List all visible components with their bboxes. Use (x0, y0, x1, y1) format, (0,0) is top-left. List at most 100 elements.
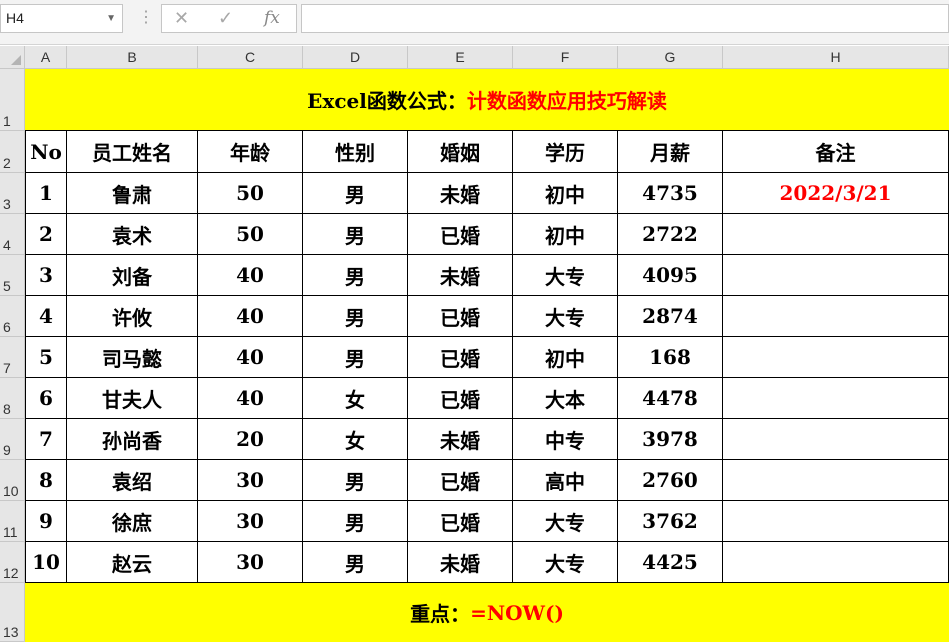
cell-d6[interactable]: 男 (303, 296, 408, 337)
row-header-2[interactable]: 2 (0, 131, 25, 173)
cell-b8[interactable]: 甘夫人 (67, 378, 198, 419)
cell-b4[interactable]: 袁术 (67, 214, 198, 255)
row-header-9[interactable]: 9 (0, 419, 25, 460)
header-cell-c[interactable]: 年龄 (198, 131, 303, 173)
cell-a5[interactable]: 3 (25, 255, 67, 296)
row-header-1[interactable]: 1 (0, 69, 25, 131)
header-cell-f[interactable]: 学历 (513, 131, 618, 173)
cell-g9[interactable]: 3978 (618, 419, 723, 460)
cell-f4[interactable]: 初中 (513, 214, 618, 255)
cell-c9[interactable]: 20 (198, 419, 303, 460)
cell-h6[interactable] (723, 296, 949, 337)
select-all-corner[interactable] (0, 46, 25, 69)
title-banner[interactable]: Excel函数公式： 计数函数应用技巧解读 (25, 69, 949, 131)
cell-e10[interactable]: 已婚 (408, 460, 513, 501)
column-header-g[interactable]: G (618, 46, 723, 69)
row-header-5[interactable]: 5 (0, 255, 25, 296)
footer-banner[interactable]: 重点： =NOW() (25, 583, 949, 642)
row-header-8[interactable]: 8 (0, 378, 25, 419)
header-cell-a[interactable]: No (25, 131, 67, 173)
column-header-a[interactable]: A (25, 46, 67, 69)
cell-h10[interactable] (723, 460, 949, 501)
cell-c7[interactable]: 40 (198, 337, 303, 378)
cell-c10[interactable]: 30 (198, 460, 303, 501)
cell-g12[interactable]: 4425 (618, 542, 723, 583)
column-header-h[interactable]: H (723, 46, 949, 69)
header-cell-e[interactable]: 婚姻 (408, 131, 513, 173)
cell-e6[interactable]: 已婚 (408, 296, 513, 337)
insert-function-icon[interactable]: fx (264, 8, 280, 28)
column-header-f[interactable]: F (513, 46, 618, 69)
cell-c11[interactable]: 30 (198, 501, 303, 542)
cell-b7[interactable]: 司马懿 (67, 337, 198, 378)
cell-b6[interactable]: 许攸 (67, 296, 198, 337)
cell-d8[interactable]: 女 (303, 378, 408, 419)
cell-f9[interactable]: 中专 (513, 419, 618, 460)
cell-e3[interactable]: 未婚 (408, 173, 513, 214)
cell-g8[interactable]: 4478 (618, 378, 723, 419)
cell-a6[interactable]: 4 (25, 296, 67, 337)
cell-b5[interactable]: 刘备 (67, 255, 198, 296)
cell-f11[interactable]: 大专 (513, 501, 618, 542)
cell-d7[interactable]: 男 (303, 337, 408, 378)
cell-d3[interactable]: 男 (303, 173, 408, 214)
cell-g5[interactable]: 4095 (618, 255, 723, 296)
row-header-4[interactable]: 4 (0, 214, 25, 255)
column-header-b[interactable]: B (67, 46, 198, 69)
cell-f10[interactable]: 高中 (513, 460, 618, 501)
cell-f5[interactable]: 大专 (513, 255, 618, 296)
cell-d10[interactable]: 男 (303, 460, 408, 501)
row-header-12[interactable]: 12 (0, 542, 25, 583)
cell-f12[interactable]: 大专 (513, 542, 618, 583)
row-header-7[interactable]: 7 (0, 337, 25, 378)
cell-c3[interactable]: 50 (198, 173, 303, 214)
cell-g3[interactable]: 4735 (618, 173, 723, 214)
cell-f7[interactable]: 初中 (513, 337, 618, 378)
cell-a8[interactable]: 6 (25, 378, 67, 419)
cell-e4[interactable]: 已婚 (408, 214, 513, 255)
cell-c12[interactable]: 30 (198, 542, 303, 583)
cell-b3[interactable]: 鲁肃 (67, 173, 198, 214)
cell-f3[interactable]: 初中 (513, 173, 618, 214)
cell-h4[interactable] (723, 214, 949, 255)
cell-h3[interactable]: 2022/3/21 (723, 173, 949, 214)
header-cell-b[interactable]: 员工姓名 (67, 131, 198, 173)
cell-h9[interactable] (723, 419, 949, 460)
cell-e11[interactable]: 已婚 (408, 501, 513, 542)
cell-a10[interactable]: 8 (25, 460, 67, 501)
cell-g4[interactable]: 2722 (618, 214, 723, 255)
cell-e7[interactable]: 已婚 (408, 337, 513, 378)
cell-e5[interactable]: 未婚 (408, 255, 513, 296)
cell-a3[interactable]: 1 (25, 173, 67, 214)
cell-b11[interactable]: 徐庶 (67, 501, 198, 542)
cell-f6[interactable]: 大专 (513, 296, 618, 337)
cell-a4[interactable]: 2 (25, 214, 67, 255)
cell-c4[interactable]: 50 (198, 214, 303, 255)
row-header-10[interactable]: 10 (0, 460, 25, 501)
cell-a12[interactable]: 10 (25, 542, 67, 583)
name-box[interactable]: H4 ▼ (0, 4, 123, 33)
cell-g6[interactable]: 2874 (618, 296, 723, 337)
row-header-6[interactable]: 6 (0, 296, 25, 337)
cell-e12[interactable]: 未婚 (408, 542, 513, 583)
cell-h8[interactable] (723, 378, 949, 419)
cell-e8[interactable]: 已婚 (408, 378, 513, 419)
row-header-3[interactable]: 3 (0, 173, 25, 214)
header-cell-d[interactable]: 性别 (303, 131, 408, 173)
cell-d12[interactable]: 男 (303, 542, 408, 583)
row-header-11[interactable]: 11 (0, 501, 25, 542)
column-header-c[interactable]: C (198, 46, 303, 69)
cell-g7[interactable]: 168 (618, 337, 723, 378)
cell-a7[interactable]: 5 (25, 337, 67, 378)
row-header-13[interactable]: 13 (0, 583, 25, 642)
cell-g10[interactable]: 2760 (618, 460, 723, 501)
cell-a11[interactable]: 9 (25, 501, 67, 542)
column-header-d[interactable]: D (303, 46, 408, 69)
cell-c6[interactable]: 40 (198, 296, 303, 337)
formula-bar[interactable] (301, 4, 949, 33)
enter-icon[interactable]: ✓ (218, 8, 233, 29)
cell-f8[interactable]: 大本 (513, 378, 618, 419)
cell-b12[interactable]: 赵云 (67, 542, 198, 583)
cell-h7[interactable] (723, 337, 949, 378)
cell-b9[interactable]: 孙尚香 (67, 419, 198, 460)
